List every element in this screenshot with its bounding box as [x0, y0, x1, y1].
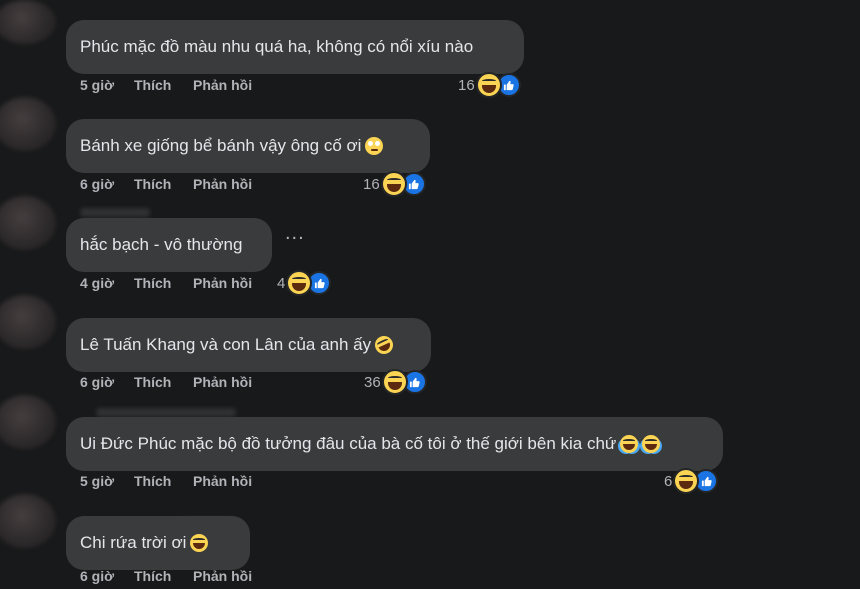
reaction-summary[interactable]: 16: [363, 171, 426, 197]
comment-text: Ui Đức Phúc mặc bộ đồ tưởng đâu của bà c…: [80, 434, 617, 453]
haha-reaction-icon: [475, 72, 502, 98]
comment-actions: 6 giờ Thích Phản hồi: [80, 175, 252, 193]
haha-reaction-icon: [286, 270, 313, 296]
reply-button[interactable]: Phản hồi: [193, 275, 252, 291]
comment-bubble: Lê Tuấn Khang và con Lân của anh ấy: [66, 318, 431, 372]
author-name-blurred: [96, 408, 236, 417]
tears-of-joy-emoji-icon: [642, 435, 661, 453]
comment-time[interactable]: 5 giờ: [80, 77, 134, 93]
like-button[interactable]: Thích: [134, 374, 193, 390]
comment-actions: 5 giờ Thích Phản hồi: [80, 472, 252, 490]
comment-actions: 6 giờ Thích Phản hồi: [80, 373, 252, 391]
rolling-eyes-emoji-icon: [365, 137, 384, 155]
reaction-summary[interactable]: 6: [664, 468, 719, 494]
comment-text: Chi rứa trời ơi: [80, 533, 187, 552]
reaction-count: 6: [664, 472, 673, 490]
reaction-summary[interactable]: 16: [458, 72, 521, 98]
haha-reaction-icon: [380, 171, 407, 197]
reaction-summary[interactable]: 36: [364, 369, 427, 395]
avatar[interactable]: [0, 97, 56, 151]
reply-button[interactable]: Phản hồi: [193, 176, 252, 192]
like-button[interactable]: Thích: [134, 568, 193, 584]
comment-text: Phúc mặc đồ màu nhu quá ha, không có nổi…: [80, 37, 474, 56]
like-button[interactable]: Thích: [134, 77, 193, 93]
comment-bubble: Phúc mặc đồ màu nhu quá ha, không có nổi…: [66, 20, 524, 74]
reaction-count: 36: [364, 373, 381, 391]
tears-of-joy-emoji-icon: [620, 435, 639, 453]
avatar[interactable]: [0, 395, 56, 449]
comment-actions: 5 giờ Thích Phản hồi: [80, 76, 252, 94]
like-button[interactable]: Thích: [134, 275, 193, 291]
comment-bubble: Ui Đức Phúc mặc bộ đồ tưởng đâu của bà c…: [66, 417, 723, 471]
comment-bubble: Bánh xe giống bể bánh vậy ông cố ơi: [66, 119, 430, 173]
avatar[interactable]: [0, 0, 56, 44]
comment-time[interactable]: 4 giờ: [80, 275, 134, 291]
comment-actions: 6 giờ Thích Phản hồi: [80, 567, 252, 585]
avatar[interactable]: [0, 295, 56, 349]
comment-actions: 4 giờ Thích Phản hồi: [80, 274, 252, 292]
comment-text: hắc bạch - vô thường: [80, 235, 243, 254]
comment-time[interactable]: 6 giờ: [80, 568, 134, 584]
grinning-squinting-emoji-icon: [190, 534, 209, 552]
reaction-summary[interactable]: 4: [277, 270, 332, 296]
more-options-icon[interactable]: ...: [285, 222, 305, 245]
rofl-emoji-icon: [372, 333, 397, 357]
author-name-blurred: [80, 208, 150, 217]
reply-button[interactable]: Phản hồi: [193, 77, 252, 93]
reaction-count: 4: [277, 274, 286, 292]
avatar[interactable]: [0, 196, 56, 250]
like-button[interactable]: Thích: [134, 473, 193, 489]
haha-reaction-icon: [673, 468, 700, 494]
comment-bubble: Chi rứa trời ơi: [66, 516, 250, 570]
reply-button[interactable]: Phản hồi: [193, 473, 252, 489]
like-button[interactable]: Thích: [134, 176, 193, 192]
comment-time[interactable]: 6 giờ: [80, 176, 134, 192]
reply-button[interactable]: Phản hồi: [193, 374, 252, 390]
comment-text: Lê Tuấn Khang và con Lân của anh ấy: [80, 335, 372, 354]
comment-text: Bánh xe giống bể bánh vậy ông cố ơi: [80, 136, 362, 155]
comment-bubble: hắc bạch - vô thường: [66, 218, 272, 272]
reaction-count: 16: [458, 76, 475, 94]
avatar[interactable]: [0, 494, 56, 548]
reaction-count: 16: [363, 175, 380, 193]
comment-time[interactable]: 5 giờ: [80, 473, 134, 489]
haha-reaction-icon: [381, 369, 408, 395]
comment-time[interactable]: 6 giờ: [80, 374, 134, 390]
reply-button[interactable]: Phản hồi: [193, 568, 252, 584]
